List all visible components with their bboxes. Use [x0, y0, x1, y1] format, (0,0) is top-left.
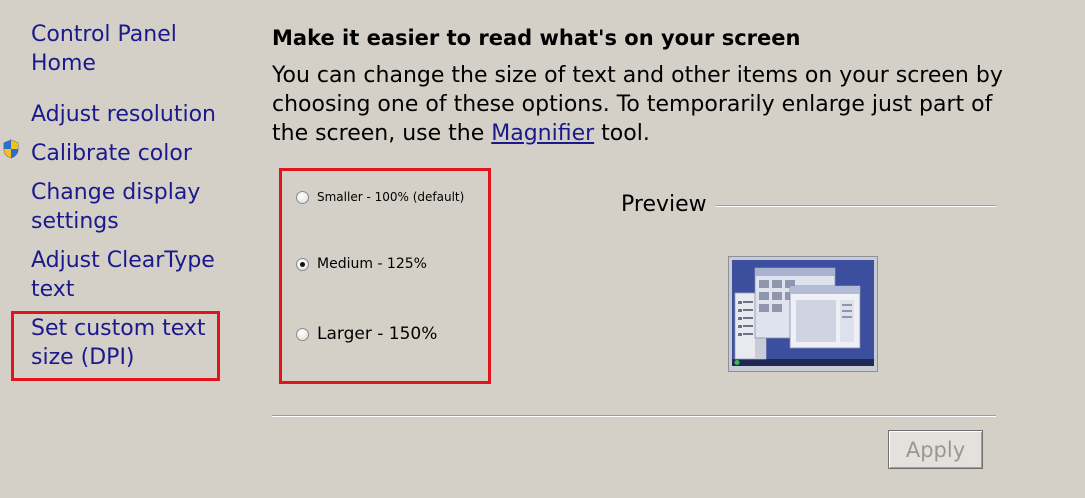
nav-set-custom-dpi[interactable]: Set custom text size (DPI): [31, 314, 216, 372]
preview-separator: [716, 205, 996, 207]
radio-smaller[interactable]: [296, 190, 309, 204]
preview-thumbnail-image: [728, 256, 878, 372]
option-larger-label: Larger - 150%: [317, 324, 438, 344]
left-navigation: Control Panel Home Adjust resolution Cal…: [0, 0, 250, 498]
nav-calibrate-color[interactable]: Calibrate color: [31, 139, 241, 168]
description-text-end: tool.: [594, 121, 650, 146]
preview-label: Preview: [621, 192, 707, 217]
nav-adjust-cleartype-text[interactable]: Adjust ClearType text: [31, 246, 226, 304]
uac-shield-icon: [3, 139, 19, 159]
radio-larger[interactable]: [296, 327, 309, 341]
radio-medium[interactable]: [296, 257, 309, 271]
option-smaller[interactable]: Smaller - 100% (default): [296, 190, 464, 204]
option-larger[interactable]: Larger - 150%: [296, 324, 437, 344]
option-medium[interactable]: Medium - 125%: [296, 256, 427, 272]
option-smaller-label: Smaller - 100% (default): [317, 190, 465, 204]
nav-adjust-resolution[interactable]: Adjust resolution: [31, 100, 241, 129]
nav-control-panel-home[interactable]: Control Panel Home: [31, 20, 231, 78]
magnifier-link[interactable]: Magnifier: [491, 121, 594, 146]
bottom-separator: [272, 415, 996, 417]
option-medium-label: Medium - 125%: [317, 256, 427, 272]
nav-change-display-settings[interactable]: Change display settings: [31, 178, 221, 236]
apply-button[interactable]: Apply: [888, 430, 983, 469]
page-description: You can change the size of text and othe…: [272, 61, 1032, 148]
page-heading: Make it easier to read what's on your sc…: [272, 26, 801, 50]
